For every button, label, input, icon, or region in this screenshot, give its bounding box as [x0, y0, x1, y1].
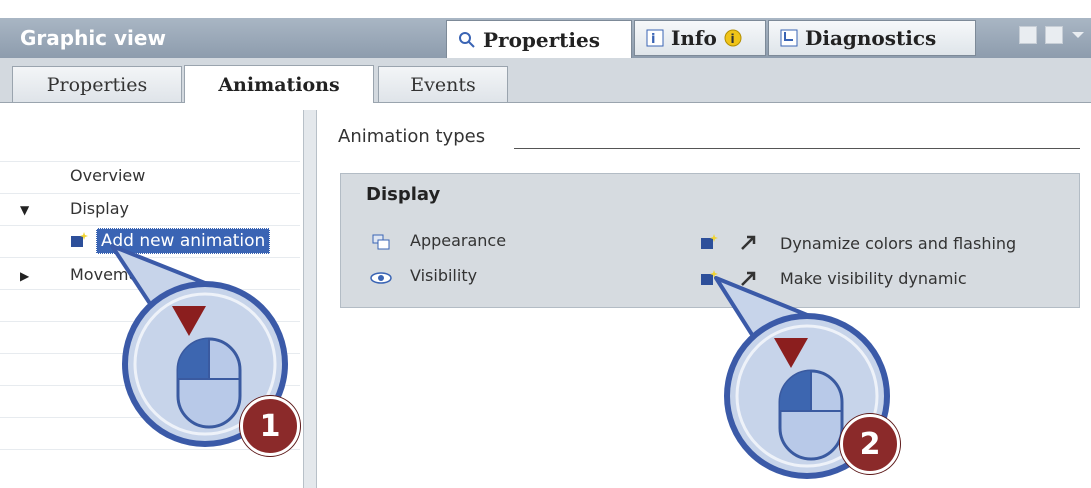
- maximize-icon[interactable]: [1045, 26, 1063, 44]
- tab-properties-label: Properties: [483, 27, 600, 52]
- arrow-link-icon: [741, 235, 756, 250]
- inspector-header: Graphic view Properties i Info i Diagnos…: [0, 18, 1091, 58]
- tab-diagnostics-label: Diagnostics: [805, 26, 937, 50]
- tab-info-label: Info: [671, 26, 717, 50]
- tab-diagnostics[interactable]: Diagnostics: [768, 20, 976, 56]
- info-warning-icon: i: [724, 29, 742, 47]
- visibility-label[interactable]: Visibility: [410, 266, 477, 285]
- svg-text:i: i: [730, 32, 734, 46]
- section-divider: [514, 148, 1080, 149]
- callout-badge-2: 2: [840, 414, 900, 474]
- info-icon: i: [646, 29, 664, 47]
- restore-icon[interactable]: [1019, 26, 1037, 44]
- add-animation-icon: [71, 232, 88, 247]
- tree-item-display[interactable]: Display: [70, 199, 129, 218]
- subtab-animations[interactable]: Animations: [184, 65, 374, 103]
- caret-down-icon[interactable]: ▼: [20, 203, 29, 217]
- caret-right-icon[interactable]: ▶: [20, 269, 29, 283]
- section-label: Animation types: [338, 126, 486, 147]
- callout-badge-1: 1: [240, 396, 300, 456]
- tab-info[interactable]: i Info i: [634, 20, 766, 56]
- subtab-properties[interactable]: Properties: [12, 66, 182, 102]
- eye-icon: [370, 272, 392, 284]
- window-title: Graphic view: [20, 26, 166, 50]
- subtab-bar: Properties Animations Events: [0, 58, 1091, 103]
- add-animation-icon[interactable]: [700, 234, 718, 250]
- properties-icon: [459, 31, 475, 48]
- chevron-down-icon[interactable]: [1071, 30, 1085, 40]
- svg-text:i: i: [651, 32, 655, 47]
- appearance-label[interactable]: Appearance: [410, 231, 506, 250]
- tab-properties[interactable]: Properties: [446, 20, 632, 58]
- tree-item-overview[interactable]: Overview: [70, 166, 145, 185]
- diagnostics-icon: [780, 29, 798, 47]
- dynamize-colors-link[interactable]: Dynamize colors and flashing: [780, 234, 1016, 253]
- subtab-events[interactable]: Events: [378, 66, 508, 102]
- window-controls: [1019, 26, 1085, 44]
- appearance-icon: [372, 234, 390, 250]
- display-heading: Display: [366, 184, 441, 205]
